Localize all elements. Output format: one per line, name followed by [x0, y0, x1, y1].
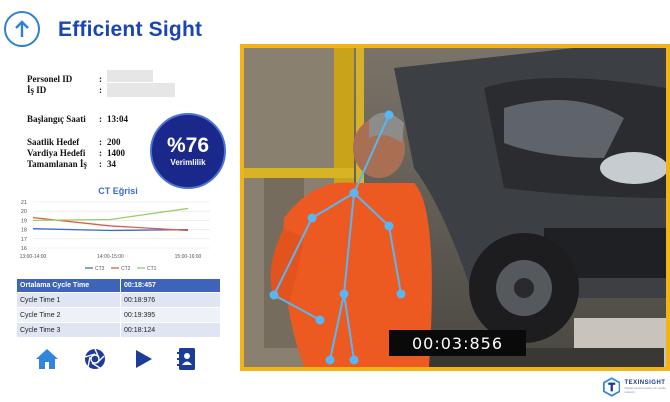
table-header-value: 00:18:457 [120, 278, 221, 293]
logo-arrow-button[interactable] [4, 11, 40, 47]
brand-tagline: Digital transformation for textile indus… [624, 386, 666, 394]
brand-logo: TEXINSIGHT Digital transformation for te… [603, 376, 670, 398]
y-tick-label: 16 [21, 246, 27, 252]
y-tick-label: 21 [21, 200, 27, 206]
table-row: Cycle Time 1 00:18:976 [16, 292, 221, 308]
video-feed [240, 44, 670, 371]
chart-title: CT Eğrisi [98, 186, 138, 196]
contact-button[interactable] [174, 346, 200, 372]
x-tick-label: 14:00-15:00 [97, 254, 124, 260]
camera-shutter-icon [84, 348, 105, 369]
table-header-label: Ortalama Cycle Time [16, 278, 121, 293]
efficiency-label: Verimlilik [170, 158, 206, 167]
table-row: Cycle Time 3 00:18:124 [16, 322, 221, 338]
contact-card-icon [177, 348, 195, 370]
app-title: Efficient Sight [58, 18, 203, 41]
vardiya-value: 1400 [107, 148, 125, 158]
camera-button[interactable] [82, 346, 108, 372]
tamamlanan-value: 34 [107, 159, 116, 169]
y-tick-label: 20 [21, 209, 27, 215]
table-cell-label: Cycle Time 2 [16, 307, 121, 323]
y-tick-label: 17 [21, 237, 27, 243]
x-tick-label: 13:00-14:00 [20, 254, 47, 260]
arrow-up-icon [15, 20, 29, 37]
y-tick-label: 18 [21, 228, 27, 234]
efficiency-value: %76 [166, 134, 210, 157]
is-id-value-redacted [107, 83, 175, 97]
home-icon [36, 349, 58, 369]
texinsight-logo-icon [603, 377, 621, 397]
vardiya-label: Vardiya Hedefi [27, 148, 86, 158]
baslangic-value: 13:04 [107, 114, 128, 124]
tamamlanan-label: Tamamlanan İş [27, 159, 87, 169]
table-cell-label: Cycle Time 1 [16, 292, 121, 308]
ct-line-chart: 16 17 18 19 20 21 13:00-14:00 14:00-15:00 15:00-… [20, 200, 210, 272]
x-tick-label: 15:00-16:00 [175, 254, 202, 260]
video-timer: 00:03:856 [389, 330, 526, 356]
legend-label: CT3 [95, 266, 105, 272]
series-line-ct1 [32, 207, 189, 222]
play-button[interactable] [130, 346, 156, 372]
y-tick-label: 19 [21, 218, 27, 224]
table-cell-value: 00:18:124 [120, 322, 221, 338]
table-row: Cycle Time 2 00:19:395 [16, 307, 221, 323]
camera-frame-illustration [244, 48, 666, 367]
cycle-time-table: Ortalama Cycle Time 00:18:457 Cycle Time… [16, 278, 221, 338]
legend-label: CT2 [121, 266, 131, 272]
saatlik-value: 200 [107, 137, 121, 147]
home-button[interactable] [34, 346, 60, 372]
personel-id-value-redacted [107, 70, 153, 82]
baslangic-label: Başlangıç Saati [27, 114, 86, 124]
efficiency-gauge: %76 Verimlilik [150, 113, 226, 189]
is-id-label: İş ID [27, 85, 47, 95]
table-cell-value: 00:18:976 [120, 292, 221, 308]
table-cell-label: Cycle Time 3 [16, 322, 121, 338]
table-header-row: Ortalama Cycle Time 00:18:457 [16, 278, 221, 293]
play-icon [136, 350, 152, 368]
legend-label: CT1 [147, 266, 157, 272]
table-cell-value: 00:19:395 [120, 307, 221, 323]
saatlik-label: Saatlik Hedef [27, 137, 80, 147]
personel-id-label: Personel ID [27, 74, 73, 84]
